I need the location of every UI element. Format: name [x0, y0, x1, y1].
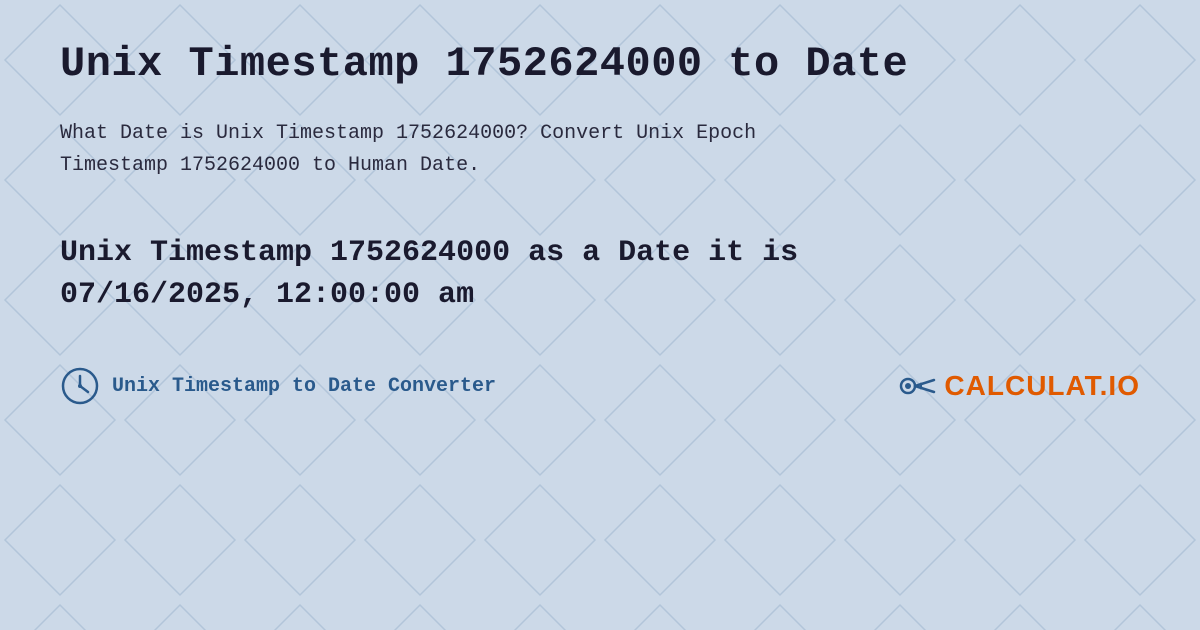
- logo-icon: [896, 366, 936, 406]
- logo: CALCULAT.IO: [896, 366, 1140, 406]
- logo-text-accent: .IO: [1100, 370, 1140, 401]
- description-line1: What Date is Unix Timestamp 1752624000? …: [60, 122, 756, 145]
- logo-text: CALCULAT.IO: [944, 370, 1140, 402]
- page-title: Unix Timestamp 1752624000 to Date: [60, 40, 1140, 88]
- footer: Unix Timestamp to Date Converter CALCULA…: [60, 366, 1140, 406]
- description-line2: Timestamp 1752624000 to Human Date.: [60, 154, 480, 177]
- result-text: Unix Timestamp 1752624000 as a Date it i…: [60, 232, 1140, 316]
- description: What Date is Unix Timestamp 1752624000? …: [60, 118, 1140, 182]
- result-line1: Unix Timestamp 1752624000 as a Date it i…: [60, 236, 798, 270]
- result-line2: 07/16/2025, 12:00:00 am: [60, 278, 474, 312]
- result-section: Unix Timestamp 1752624000 as a Date it i…: [60, 232, 1140, 316]
- logo-text-main: CALCULAT: [944, 370, 1099, 401]
- footer-label-text: Unix Timestamp to Date Converter: [112, 375, 496, 398]
- footer-converter-label: Unix Timestamp to Date Converter: [60, 366, 496, 406]
- clock-icon: [60, 366, 100, 406]
